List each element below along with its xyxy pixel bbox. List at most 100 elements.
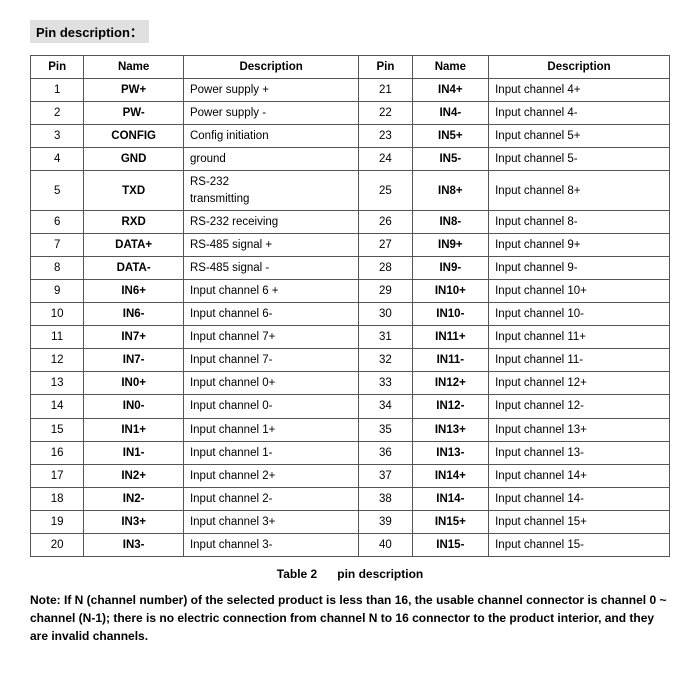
cell-name-right: IN15+ <box>412 510 489 533</box>
cell-pin-left: 14 <box>31 395 84 418</box>
cell-pin-right: 35 <box>359 418 412 441</box>
cell-pin-left: 18 <box>31 487 84 510</box>
table-row: 8DATA-RS-485 signal -28IN9-Input channel… <box>31 256 670 279</box>
cell-desc-right: Input channel 5+ <box>489 125 670 148</box>
cell-pin-right: 36 <box>359 441 412 464</box>
cell-pin-left: 13 <box>31 372 84 395</box>
table-label: Table 2 <box>277 567 317 581</box>
cell-desc-left: RS-485 signal - <box>183 256 358 279</box>
cell-pin-left: 12 <box>31 349 84 372</box>
cell-desc-left: Input channel 0+ <box>183 372 358 395</box>
table-row: 4GNDground24IN5-Input channel 5- <box>31 148 670 171</box>
cell-pin-left: 4 <box>31 148 84 171</box>
cell-desc-left: Input channel 7- <box>183 349 358 372</box>
cell-name-left: CONFIG <box>84 125 184 148</box>
cell-desc-right: Input channel 10- <box>489 303 670 326</box>
cell-desc-left: Input channel 6 + <box>183 279 358 302</box>
cell-name-left: IN7- <box>84 349 184 372</box>
note-text: Note: If N (channel number) of the selec… <box>30 591 670 645</box>
table-row: 17IN2+Input channel 2+37IN14+Input chann… <box>31 464 670 487</box>
cell-pin-right: 21 <box>359 79 412 102</box>
cell-desc-right: Input channel 12+ <box>489 372 670 395</box>
cell-name-right: IN10+ <box>412 279 489 302</box>
cell-name-left: IN7+ <box>84 326 184 349</box>
cell-pin-right: 27 <box>359 233 412 256</box>
cell-desc-left: Input channel 2- <box>183 487 358 510</box>
cell-desc-left: Config initiation <box>183 125 358 148</box>
table-row: 19IN3+Input channel 3+39IN15+Input chann… <box>31 510 670 533</box>
cell-pin-left: 17 <box>31 464 84 487</box>
cell-pin-right: 30 <box>359 303 412 326</box>
cell-pin-left: 8 <box>31 256 84 279</box>
cell-desc-right: Input channel 8- <box>489 210 670 233</box>
table-row: 5TXDRS-232 transmitting25IN8+Input chann… <box>31 171 670 210</box>
cell-desc-right: Input channel 11+ <box>489 326 670 349</box>
table-row: 1PW+Power supply +21IN4+Input channel 4+ <box>31 79 670 102</box>
col-pin-right: Pin <box>359 56 412 79</box>
cell-pin-right: 39 <box>359 510 412 533</box>
cell-desc-left: RS-232 receiving <box>183 210 358 233</box>
cell-name-left: TXD <box>84 171 184 210</box>
table-row: 16IN1-Input channel 1-36IN13-Input chann… <box>31 441 670 464</box>
cell-pin-right: 24 <box>359 148 412 171</box>
table-row: 12IN7-Input channel 7-32IN11-Input chann… <box>31 349 670 372</box>
cell-pin-right: 28 <box>359 256 412 279</box>
cell-name-right: IN4- <box>412 102 489 125</box>
cell-name-left: IN0- <box>84 395 184 418</box>
table-row: 10IN6-Input channel 6-30IN10-Input chann… <box>31 303 670 326</box>
cell-name-left: PW- <box>84 102 184 125</box>
cell-pin-left: 11 <box>31 326 84 349</box>
table-row: 20IN3-Input channel 3-40IN15-Input chann… <box>31 533 670 556</box>
cell-desc-left: Input channel 6- <box>183 303 358 326</box>
cell-name-left: IN3- <box>84 533 184 556</box>
cell-pin-right: 31 <box>359 326 412 349</box>
table-row: 13IN0+Input channel 0+33IN12+Input chann… <box>31 372 670 395</box>
cell-desc-right: Input channel 15- <box>489 533 670 556</box>
cell-name-left: RXD <box>84 210 184 233</box>
cell-pin-right: 29 <box>359 279 412 302</box>
cell-desc-right: Input channel 15+ <box>489 510 670 533</box>
table-row: 6RXDRS-232 receiving26IN8-Input channel … <box>31 210 670 233</box>
cell-name-right: IN5- <box>412 148 489 171</box>
col-pin-left: Pin <box>31 56 84 79</box>
cell-name-left: IN2- <box>84 487 184 510</box>
cell-pin-left: 2 <box>31 102 84 125</box>
cell-name-right: IN15- <box>412 533 489 556</box>
cell-pin-right: 38 <box>359 487 412 510</box>
cell-name-left: PW+ <box>84 79 184 102</box>
cell-desc-left: RS-232 transmitting <box>183 171 358 210</box>
cell-pin-left: 1 <box>31 79 84 102</box>
cell-name-right: IN4+ <box>412 79 489 102</box>
cell-desc-right: Input channel 5- <box>489 148 670 171</box>
cell-desc-right: Input channel 11- <box>489 349 670 372</box>
cell-desc-right: Input channel 4- <box>489 102 670 125</box>
cell-desc-left: ground <box>183 148 358 171</box>
cell-desc-right: Input channel 4+ <box>489 79 670 102</box>
cell-name-right: IN9- <box>412 256 489 279</box>
table-row: 7DATA+RS-485 signal +27IN9+Input channel… <box>31 233 670 256</box>
cell-pin-left: 16 <box>31 441 84 464</box>
cell-name-right: IN12- <box>412 395 489 418</box>
cell-pin-left: 3 <box>31 125 84 148</box>
cell-name-right: IN13+ <box>412 418 489 441</box>
caption-description: pin description <box>337 567 423 581</box>
cell-pin-right: 26 <box>359 210 412 233</box>
cell-desc-right: Input channel 8+ <box>489 171 670 210</box>
cell-name-right: IN8- <box>412 210 489 233</box>
cell-pin-right: 34 <box>359 395 412 418</box>
table-row: 11IN7+Input channel 7+31IN11+Input chann… <box>31 326 670 349</box>
cell-pin-right: 33 <box>359 372 412 395</box>
cell-pin-right: 25 <box>359 171 412 210</box>
cell-name-right: IN5+ <box>412 125 489 148</box>
cell-pin-right: 40 <box>359 533 412 556</box>
cell-pin-right: 37 <box>359 464 412 487</box>
cell-name-right: IN11- <box>412 349 489 372</box>
table-caption: Table 2 pin description <box>30 567 670 581</box>
cell-name-right: IN9+ <box>412 233 489 256</box>
cell-desc-right: Input channel 14+ <box>489 464 670 487</box>
cell-desc-right: Input channel 9- <box>489 256 670 279</box>
cell-desc-right: Input channel 14- <box>489 487 670 510</box>
cell-pin-left: 7 <box>31 233 84 256</box>
cell-desc-left: Input channel 3- <box>183 533 358 556</box>
cell-pin-right: 32 <box>359 349 412 372</box>
